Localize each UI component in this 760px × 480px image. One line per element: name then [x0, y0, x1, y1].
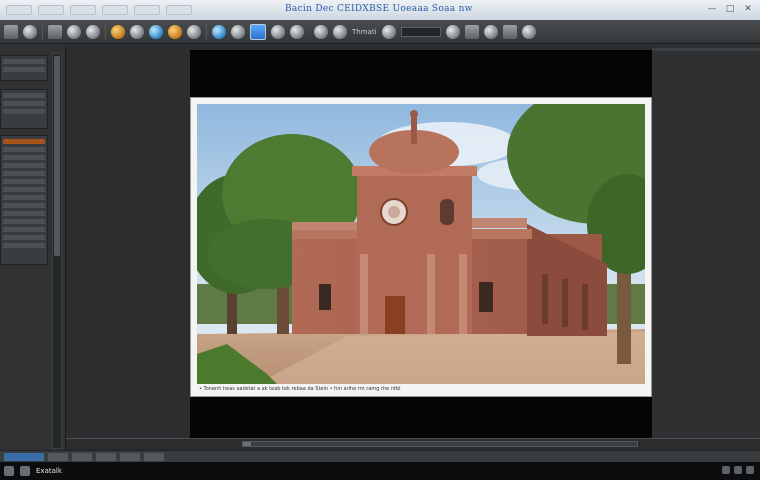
fov-tool-icon[interactable] [333, 24, 347, 39]
right-empty-area [652, 45, 760, 455]
menu-item-file[interactable] [6, 5, 32, 15]
main-toolbar: Thmati [0, 20, 760, 44]
material-tool-icon[interactable] [149, 24, 163, 39]
grid-tool-icon[interactable] [48, 24, 62, 39]
rendered-building-image [197, 104, 645, 384]
title-bar: Bacin Dec CEIDXBSE Uoeaaa Soaa nw — □ ✕ [0, 0, 760, 20]
preview-tool-icon[interactable] [483, 24, 498, 39]
dock-scroll-thumb[interactable] [54, 56, 60, 256]
panel-row[interactable] [3, 179, 45, 184]
panel-row[interactable] [3, 93, 45, 98]
render-caption: • Tonenh heas aadstat a ak teab tek reba… [199, 386, 401, 392]
sun-tool-icon[interactable] [168, 24, 182, 39]
active-view-icon[interactable] [250, 23, 266, 40]
panel-row[interactable] [3, 163, 45, 168]
objects-panel [0, 89, 48, 129]
properties-panel [0, 135, 48, 265]
panel-row[interactable] [3, 59, 45, 64]
taskbar: Exatalk [0, 462, 760, 480]
rotate-tool-icon[interactable] [67, 24, 81, 39]
globe-tool-icon[interactable] [212, 24, 226, 39]
pan-tool-icon[interactable] [271, 24, 285, 39]
left-dock [0, 45, 66, 455]
panel-row[interactable] [3, 227, 45, 232]
scale-tool-icon[interactable] [86, 24, 100, 39]
layers-panel [0, 55, 48, 81]
light-tool-icon[interactable] [111, 24, 125, 39]
status-chip [48, 452, 68, 461]
panel-row[interactable] [3, 219, 45, 224]
app-icon[interactable] [20, 466, 30, 476]
frame-tool-icon[interactable] [464, 24, 479, 39]
toolbar-divider [206, 23, 207, 40]
status-bar [0, 450, 760, 462]
sphere-tool-icon[interactable] [187, 24, 201, 39]
zoom-tool-icon[interactable] [290, 24, 304, 39]
render-viewport[interactable]: • Tonenh heas aadstat a ak teab tek reba… [190, 50, 652, 438]
building-render-svg [197, 104, 645, 384]
toolbar-value-field[interactable] [400, 26, 441, 37]
menu-item-create[interactable] [102, 5, 128, 15]
right-divider [652, 48, 760, 51]
camera-tool-icon[interactable] [130, 24, 144, 39]
panel-row[interactable] [3, 147, 45, 152]
panel-row[interactable] [3, 67, 45, 72]
export-tool-icon[interactable] [521, 24, 536, 39]
orbit-tool-icon[interactable] [314, 24, 328, 39]
timeline-bar [66, 438, 760, 450]
panel-row[interactable] [3, 235, 45, 240]
start-icon[interactable] [4, 466, 14, 476]
status-chip [120, 452, 140, 461]
menu-item-view[interactable] [70, 5, 96, 15]
snap-tool-icon[interactable] [381, 24, 396, 39]
tray-icon[interactable] [746, 466, 754, 474]
menu-item-render[interactable] [134, 5, 160, 15]
panel-row[interactable] [3, 109, 45, 114]
status-chip [72, 452, 92, 461]
status-chip [144, 452, 164, 461]
render-frame: • Tonenh heas aadstat a ak teab tek reba… [190, 97, 652, 397]
minimize-button[interactable]: — [706, 3, 718, 15]
window-controls: — □ ✕ [706, 3, 754, 15]
status-chip [96, 452, 116, 461]
status-indicator [4, 452, 44, 461]
dock-scrollbar[interactable] [52, 53, 62, 449]
panel-row[interactable] [3, 243, 45, 248]
panel-row[interactable] [3, 101, 45, 106]
move-tool-icon[interactable] [23, 24, 37, 39]
app-window: Bacin Dec CEIDXBSE Uoeaaa Soaa nw — □ ✕ … [0, 0, 760, 480]
panel-row[interactable] [3, 203, 45, 208]
panel-row[interactable] [3, 195, 45, 200]
panel-row[interactable] [3, 171, 45, 176]
select-tool-icon[interactable] [4, 24, 18, 39]
toolbar-divider [105, 23, 106, 40]
timeline-slider[interactable] [242, 441, 638, 447]
close-button[interactable]: ✕ [742, 3, 754, 15]
panel-row[interactable] [3, 187, 45, 192]
tray-icon[interactable] [734, 466, 742, 474]
menu-item-tools[interactable] [166, 5, 192, 15]
timeline-progress [243, 442, 251, 446]
menu-bar [0, 5, 192, 15]
shading-tool-icon[interactable] [231, 24, 245, 39]
maximize-button[interactable]: □ [724, 3, 736, 15]
panel-row[interactable] [3, 155, 45, 160]
window-title: Bacin Dec CEIDXBSE Uoeaaa Soaa nw [285, 4, 473, 14]
toolbar-label-thmati: Thmati [352, 27, 377, 36]
taskbar-app-label[interactable]: Exatalk [36, 467, 62, 475]
render-tool-icon[interactable] [445, 24, 460, 39]
menu-item-edit[interactable] [38, 5, 64, 15]
settings-tool-icon[interactable] [502, 24, 517, 39]
system-tray [722, 466, 754, 474]
tray-icon[interactable] [722, 466, 730, 474]
panel-row[interactable] [3, 211, 45, 216]
toolbar-divider [42, 23, 43, 40]
panel-row-selected[interactable] [3, 139, 45, 144]
